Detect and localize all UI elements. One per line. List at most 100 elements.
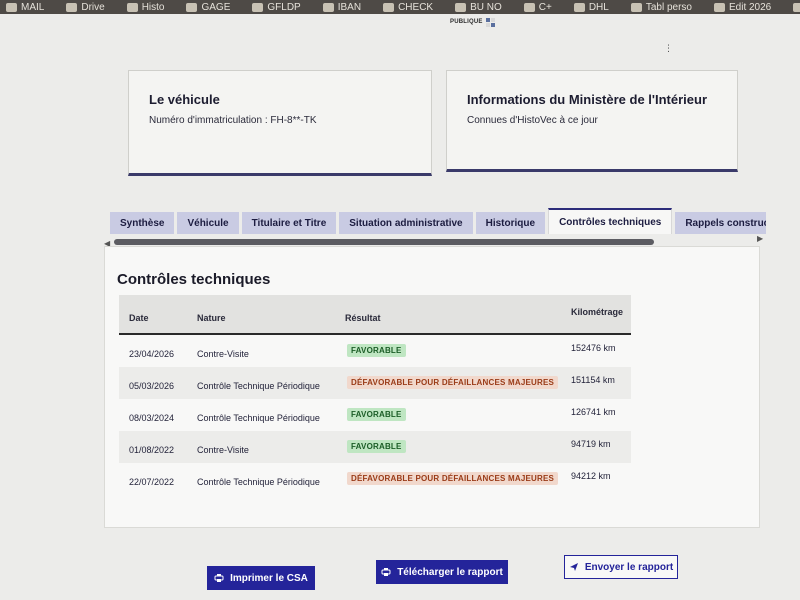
- status-badge: FAVORABLE: [347, 408, 406, 421]
- tab-vehicule[interactable]: Véhicule: [177, 212, 239, 234]
- status-badge: DÉFAVORABLE POUR DÉFAILLANCES MAJEURES: [347, 376, 559, 389]
- table-row: 23/04/2026 Contre-Visite 152476 km FAVORABL…: [119, 335, 631, 367]
- bookmark-item[interactable]: Editeur Pro de l'auto: [793, 2, 800, 13]
- bookmark-label: Drive: [81, 1, 105, 13]
- column-header-result: Résultat: [345, 313, 381, 323]
- technical-inspections-panel: Contrôles techniques Date Nature Résulta…: [104, 246, 760, 528]
- folder-icon: [126, 2, 138, 12]
- tab-titulaire-et-titre[interactable]: Titulaire et Titre: [241, 212, 337, 234]
- scroll-right-icon[interactable]: ▶: [757, 235, 763, 243]
- inspection-date: 23/04/2026: [129, 349, 175, 359]
- bookmark-item[interactable]: Edit 2026: [713, 1, 772, 13]
- tab-synthese[interactable]: Synthèse: [110, 212, 175, 234]
- send-report-button[interactable]: Envoyer le rapport: [564, 555, 678, 579]
- print-csa-button[interactable]: Imprimer le CSA: [207, 566, 315, 590]
- inspection-nature: Contre-Visite: [197, 349, 249, 359]
- printer-icon: [381, 568, 391, 576]
- column-header-nature: Nature: [197, 313, 226, 323]
- table-header: Date Nature Résultat Kilométrage: [119, 295, 631, 335]
- tab-controles-techniques[interactable]: Contrôles techniques: [548, 208, 673, 234]
- inspection-nature: Contrôle Technique Périodique: [197, 477, 320, 487]
- bookmark-label: Histo: [141, 1, 165, 13]
- table-row: 01/08/2022 Contre-Visite 94719 km FAVORABLE: [119, 431, 631, 463]
- bookmark-label: C+: [538, 1, 552, 13]
- bookmark-label: IBAN: [337, 1, 362, 13]
- bookmark-label: CHECK: [398, 1, 434, 13]
- inspections-table: Date Nature Résultat Kilométrage 23/04/2…: [119, 295, 631, 495]
- inspection-result: FAVORABLE: [347, 344, 406, 357]
- ministry-card-subtitle: Connues d'HistoVec à ce jour: [467, 115, 598, 126]
- bookmark-item[interactable]: GAGE: [186, 2, 230, 13]
- download-report-button[interactable]: Télécharger le rapport: [376, 560, 508, 584]
- inspection-nature: Contrôle Technique Périodique: [197, 381, 320, 391]
- ministry-card: Informations du Ministère de l'Intérieur…: [446, 70, 738, 172]
- inspection-mileage: 94719 km: [571, 439, 611, 449]
- more-options-icon[interactable]: ⋮: [664, 44, 673, 53]
- download-report-label: Télécharger le rapport: [397, 566, 503, 578]
- inspection-nature: Contre-Visite: [197, 445, 249, 455]
- table-body: 23/04/2026 Contre-Visite 152476 km FAVORABL…: [119, 335, 631, 495]
- bookmark-item[interactable]: BU NO: [455, 2, 502, 13]
- status-badge: FAVORABLE: [347, 440, 406, 453]
- folder-icon: [713, 2, 725, 12]
- tab-historique[interactable]: Historique: [475, 212, 546, 234]
- bookmark-item[interactable]: Histo: [126, 1, 165, 13]
- bookmark-label: BU NO: [470, 1, 502, 13]
- bookmark-item[interactable]: DHL: [573, 2, 609, 13]
- table-row: 08/03/2024 Contrôle Technique Périodique 1…: [119, 399, 631, 431]
- folder-icon: [383, 2, 395, 12]
- status-badge: FAVORABLE: [347, 344, 406, 357]
- inspection-mileage: 94212 km: [571, 471, 611, 481]
- send-report-label: Envoyer le rapport: [584, 561, 674, 573]
- folder-icon: [573, 2, 585, 12]
- bookmark-item[interactable]: MAIL: [6, 2, 44, 13]
- inspection-mileage: 151154 km: [571, 375, 615, 385]
- report-tabs: Synthèse Véhicule Titulaire et Titre Situat…: [110, 208, 766, 234]
- bookmark-item[interactable]: C+: [523, 1, 552, 13]
- inspection-mileage: 152476 km: [571, 343, 616, 353]
- bookmark-item[interactable]: Drive: [66, 1, 105, 13]
- inspection-result: FAVORABLE: [347, 408, 406, 421]
- bookmark-item[interactable]: GFLDP: [252, 2, 301, 13]
- bookmark-item[interactable]: Tabl perso: [630, 1, 692, 13]
- vehicle-card-title: Le véhicule: [149, 92, 220, 107]
- inspection-mileage: 126741 km: [571, 407, 616, 417]
- section-title: Contrôles techniques: [117, 271, 271, 288]
- tabs-scrollbar-thumb[interactable]: [114, 239, 654, 245]
- bookmark-label: MAIL: [21, 1, 45, 13]
- folder-icon: [630, 2, 642, 12]
- folder-icon: [322, 2, 334, 12]
- logo-mark-icon: [485, 17, 495, 27]
- table-row: 22/07/2022 Contrôle Technique Périodique 9…: [119, 463, 631, 495]
- status-badge: DÉFAVORABLE POUR DÉFAILLANCES MAJEURES: [347, 472, 559, 485]
- inspection-date: 05/03/2026: [129, 381, 175, 391]
- column-header-km: Kilométrage: [571, 307, 624, 317]
- site-logo[interactable]: PUBLIQUE: [450, 16, 500, 28]
- print-csa-label: Imprimer le CSA: [230, 572, 308, 584]
- inspection-result: FAVORABLE: [347, 440, 406, 453]
- folder-icon: [252, 2, 264, 12]
- bookmark-item[interactable]: IBAN: [322, 1, 362, 13]
- tab-rappels-constructeur[interactable]: Rappels constructeur: [675, 212, 766, 234]
- inspection-nature: Contrôle Technique Périodique: [197, 413, 320, 423]
- bookmark-label: GAGE: [201, 1, 231, 13]
- inspection-date: 01/08/2022: [129, 445, 175, 455]
- bookmark-item[interactable]: CHECK: [383, 2, 433, 13]
- bookmark-label: Tabl perso: [645, 1, 692, 13]
- mail-icon: [6, 2, 17, 12]
- plate-number: Numéro d'immatriculation : FH-8**-TK: [149, 115, 317, 126]
- bookmark-label: Edit 2026: [728, 1, 772, 13]
- folder-icon: [523, 2, 535, 12]
- inspection-date: 22/07/2022: [129, 477, 175, 487]
- folder-icon: [455, 2, 467, 12]
- drive-icon: [66, 2, 78, 12]
- tabs-scrollbar[interactable]: [114, 239, 754, 245]
- ministry-card-title: Informations du Ministère de l'Intérieur: [467, 92, 708, 107]
- site-logo-text: PUBLIQUE: [450, 19, 483, 25]
- bookmarks-bar: MAIL Drive Histo GAGE GFLDP IBAN CHECK BU NO C+ D…: [0, 0, 800, 14]
- printer-icon: [214, 574, 224, 582]
- tab-situation-administrative[interactable]: Situation administrative: [339, 212, 473, 234]
- folder-icon: [793, 2, 800, 12]
- column-header-date: Date: [129, 313, 149, 323]
- vehicle-card: Le véhicule Numéro d'immatriculation : F…: [128, 70, 432, 176]
